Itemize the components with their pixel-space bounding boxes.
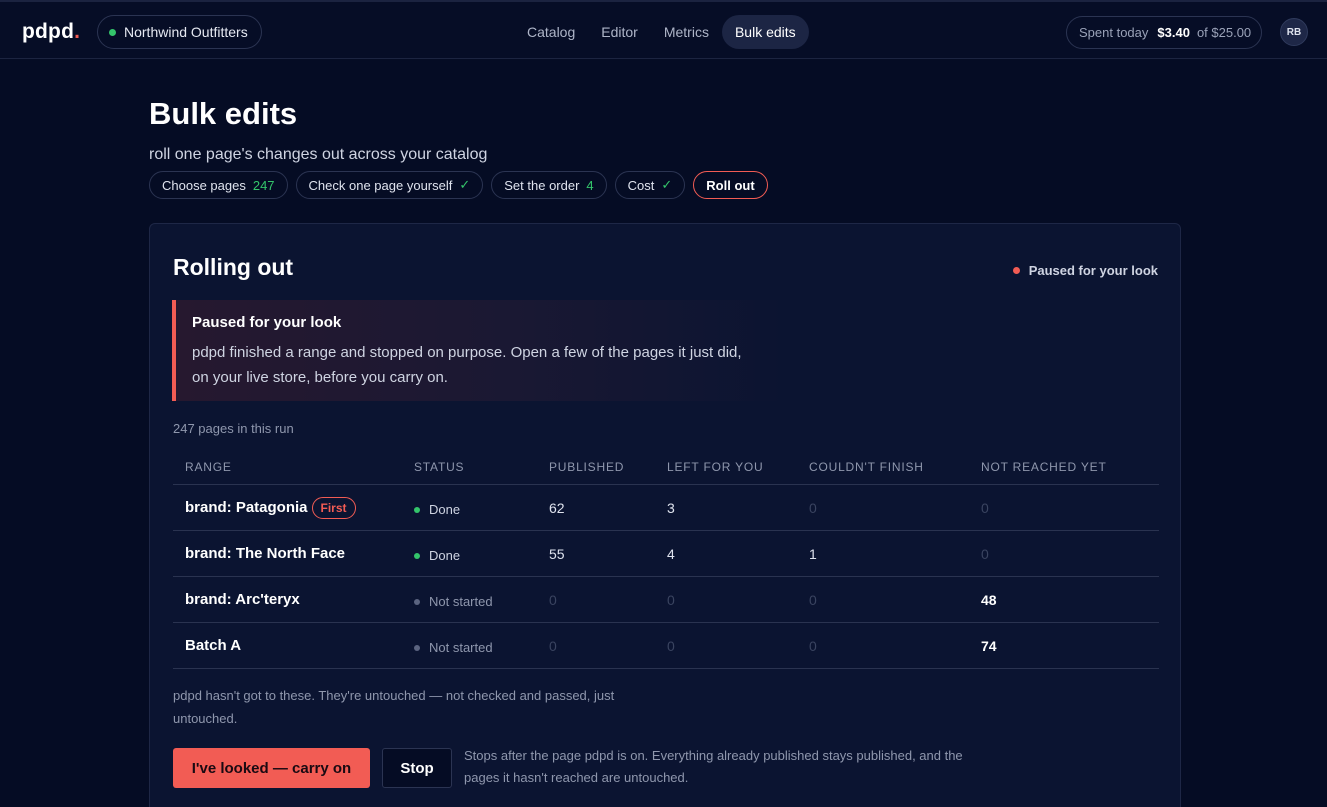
wizard-steps: Choose pages 247 Check one page yourself ✓… bbox=[149, 171, 768, 199]
header-status[interactable]: STATUS bbox=[414, 460, 549, 474]
page-title: Bulk edits bbox=[149, 96, 298, 131]
check-icon: ✓ bbox=[661, 177, 673, 192]
nav-metrics[interactable]: Metrics bbox=[651, 15, 722, 49]
range-name: brand: Patagonia First bbox=[173, 496, 414, 519]
pending-dot-icon bbox=[414, 598, 420, 605]
left-count: 0 bbox=[667, 591, 675, 608]
carry-on-button[interactable]: I've looked — carry on bbox=[173, 748, 370, 788]
step-set-order[interactable]: Set the order 4 bbox=[491, 171, 607, 199]
failed-count: 0 bbox=[809, 637, 817, 654]
spend-amount: $3.40 bbox=[1157, 25, 1190, 40]
step-set-order-count: 4 bbox=[586, 177, 594, 193]
left-count[interactable]: 4 bbox=[667, 546, 809, 562]
status-badge: Done bbox=[414, 548, 549, 563]
header-couldnt-finish[interactable]: COULDN'T FINISH bbox=[809, 460, 981, 474]
table-row[interactable]: brand: Arc'teryx Not started 0 0 0 48 bbox=[173, 577, 1159, 623]
failed-count: 0 bbox=[809, 499, 817, 516]
step-cost[interactable]: Cost ✓ bbox=[614, 171, 686, 199]
ranges-table: RANGE STATUS PUBLISHED LEFT FOR YOU COUL… bbox=[173, 450, 1159, 669]
step-choose-pages[interactable]: Choose pages 247 bbox=[149, 171, 288, 199]
nav-catalog[interactable]: Catalog bbox=[514, 15, 588, 49]
top-bar: pdpd. Northwind Outfitters Catalog Edito… bbox=[0, 0, 1327, 59]
header-range[interactable]: RANGE bbox=[173, 460, 414, 474]
first-badge: First bbox=[311, 496, 356, 519]
pending-dot-icon bbox=[414, 644, 420, 651]
check-icon: ✓ bbox=[459, 177, 471, 192]
table-row[interactable]: Batch A Not started 0 0 0 74 bbox=[173, 623, 1159, 669]
range-name: Batch A bbox=[185, 637, 242, 654]
step-check-page[interactable]: Check one page yourself ✓ bbox=[295, 171, 484, 199]
not-reached-count: 74 bbox=[981, 637, 997, 654]
left-count[interactable]: 3 bbox=[667, 500, 809, 516]
done-dot-icon bbox=[414, 552, 420, 559]
avatar[interactable]: RB bbox=[1280, 18, 1308, 46]
header-left-for-you[interactable]: LEFT FOR YOU bbox=[667, 460, 809, 474]
nav-bulk-edits[interactable]: Bulk edits bbox=[721, 15, 809, 49]
done-dot-icon bbox=[414, 506, 420, 513]
stop-button[interactable]: Stop bbox=[382, 748, 452, 788]
store-switcher[interactable]: Northwind Outfitters bbox=[97, 15, 262, 49]
table-row[interactable]: brand: Patagonia First Done 62 3 0 0 bbox=[173, 485, 1159, 531]
published-count: 0 bbox=[549, 637, 557, 654]
range-name: brand: Arc'teryx bbox=[185, 591, 300, 608]
rollout-status: Paused for your look bbox=[1012, 263, 1158, 278]
header-not-reached[interactable]: NOT REACHED YET bbox=[981, 460, 1151, 474]
left-count: 0 bbox=[667, 637, 675, 654]
not-reached-count: 48 bbox=[981, 591, 997, 608]
paused-alert: Paused for your look pdpd finished a ran… bbox=[172, 300, 784, 401]
paused-dot-icon bbox=[1012, 267, 1020, 274]
table-header: RANGE STATUS PUBLISHED LEFT FOR YOU COUL… bbox=[173, 450, 1159, 485]
published-count: 0 bbox=[549, 591, 557, 608]
rollout-card: Rolling out Paused for your look Paused … bbox=[149, 223, 1181, 807]
spend-label: Spent today bbox=[1079, 25, 1149, 40]
published-count: 55 bbox=[549, 545, 565, 562]
page-subtitle: roll one page's changes out across your … bbox=[149, 146, 488, 163]
spend-limit: of $25.00 bbox=[1196, 25, 1252, 40]
failed-count[interactable]: 1 bbox=[809, 546, 981, 562]
step-roll-out[interactable]: Roll out bbox=[693, 171, 768, 199]
run-page-count: 247 pages in this run bbox=[173, 421, 294, 436]
not-reached-count: 0 bbox=[981, 499, 989, 516]
store-status-dot-icon bbox=[109, 28, 116, 36]
table-row[interactable]: brand: The North Face Done 55 4 1 0 bbox=[173, 531, 1159, 577]
alert-title: Paused for your look bbox=[192, 314, 342, 331]
step-choose-pages-count: 247 bbox=[252, 177, 275, 193]
range-name: brand: The North Face bbox=[185, 545, 346, 562]
store-name: Northwind Outfitters bbox=[124, 24, 248, 40]
status-badge: Not started bbox=[414, 594, 549, 609]
nav-editor[interactable]: Editor bbox=[588, 15, 651, 49]
main-nav: Catalog Editor Metrics Bulk edits bbox=[514, 15, 809, 49]
failed-count: 0 bbox=[809, 591, 817, 608]
logo[interactable]: pdpd. bbox=[22, 20, 80, 44]
published-count: 62 bbox=[549, 499, 565, 516]
alert-body: pdpd finished a range and stopped on pur… bbox=[192, 344, 742, 386]
status-badge: Not started bbox=[414, 640, 549, 655]
status-badge: Done bbox=[414, 502, 549, 517]
untouched-note: pdpd hasn't got to these. They're untouc… bbox=[173, 688, 615, 726]
not-reached-count: 0 bbox=[981, 545, 989, 562]
header-published[interactable]: PUBLISHED bbox=[549, 460, 667, 474]
stop-note: Stops after the page pdpd is on. Everyth… bbox=[464, 748, 963, 785]
card-title: Rolling out bbox=[173, 254, 294, 280]
spend-indicator[interactable]: Spent today $3.40 of $25.00 bbox=[1066, 16, 1262, 49]
